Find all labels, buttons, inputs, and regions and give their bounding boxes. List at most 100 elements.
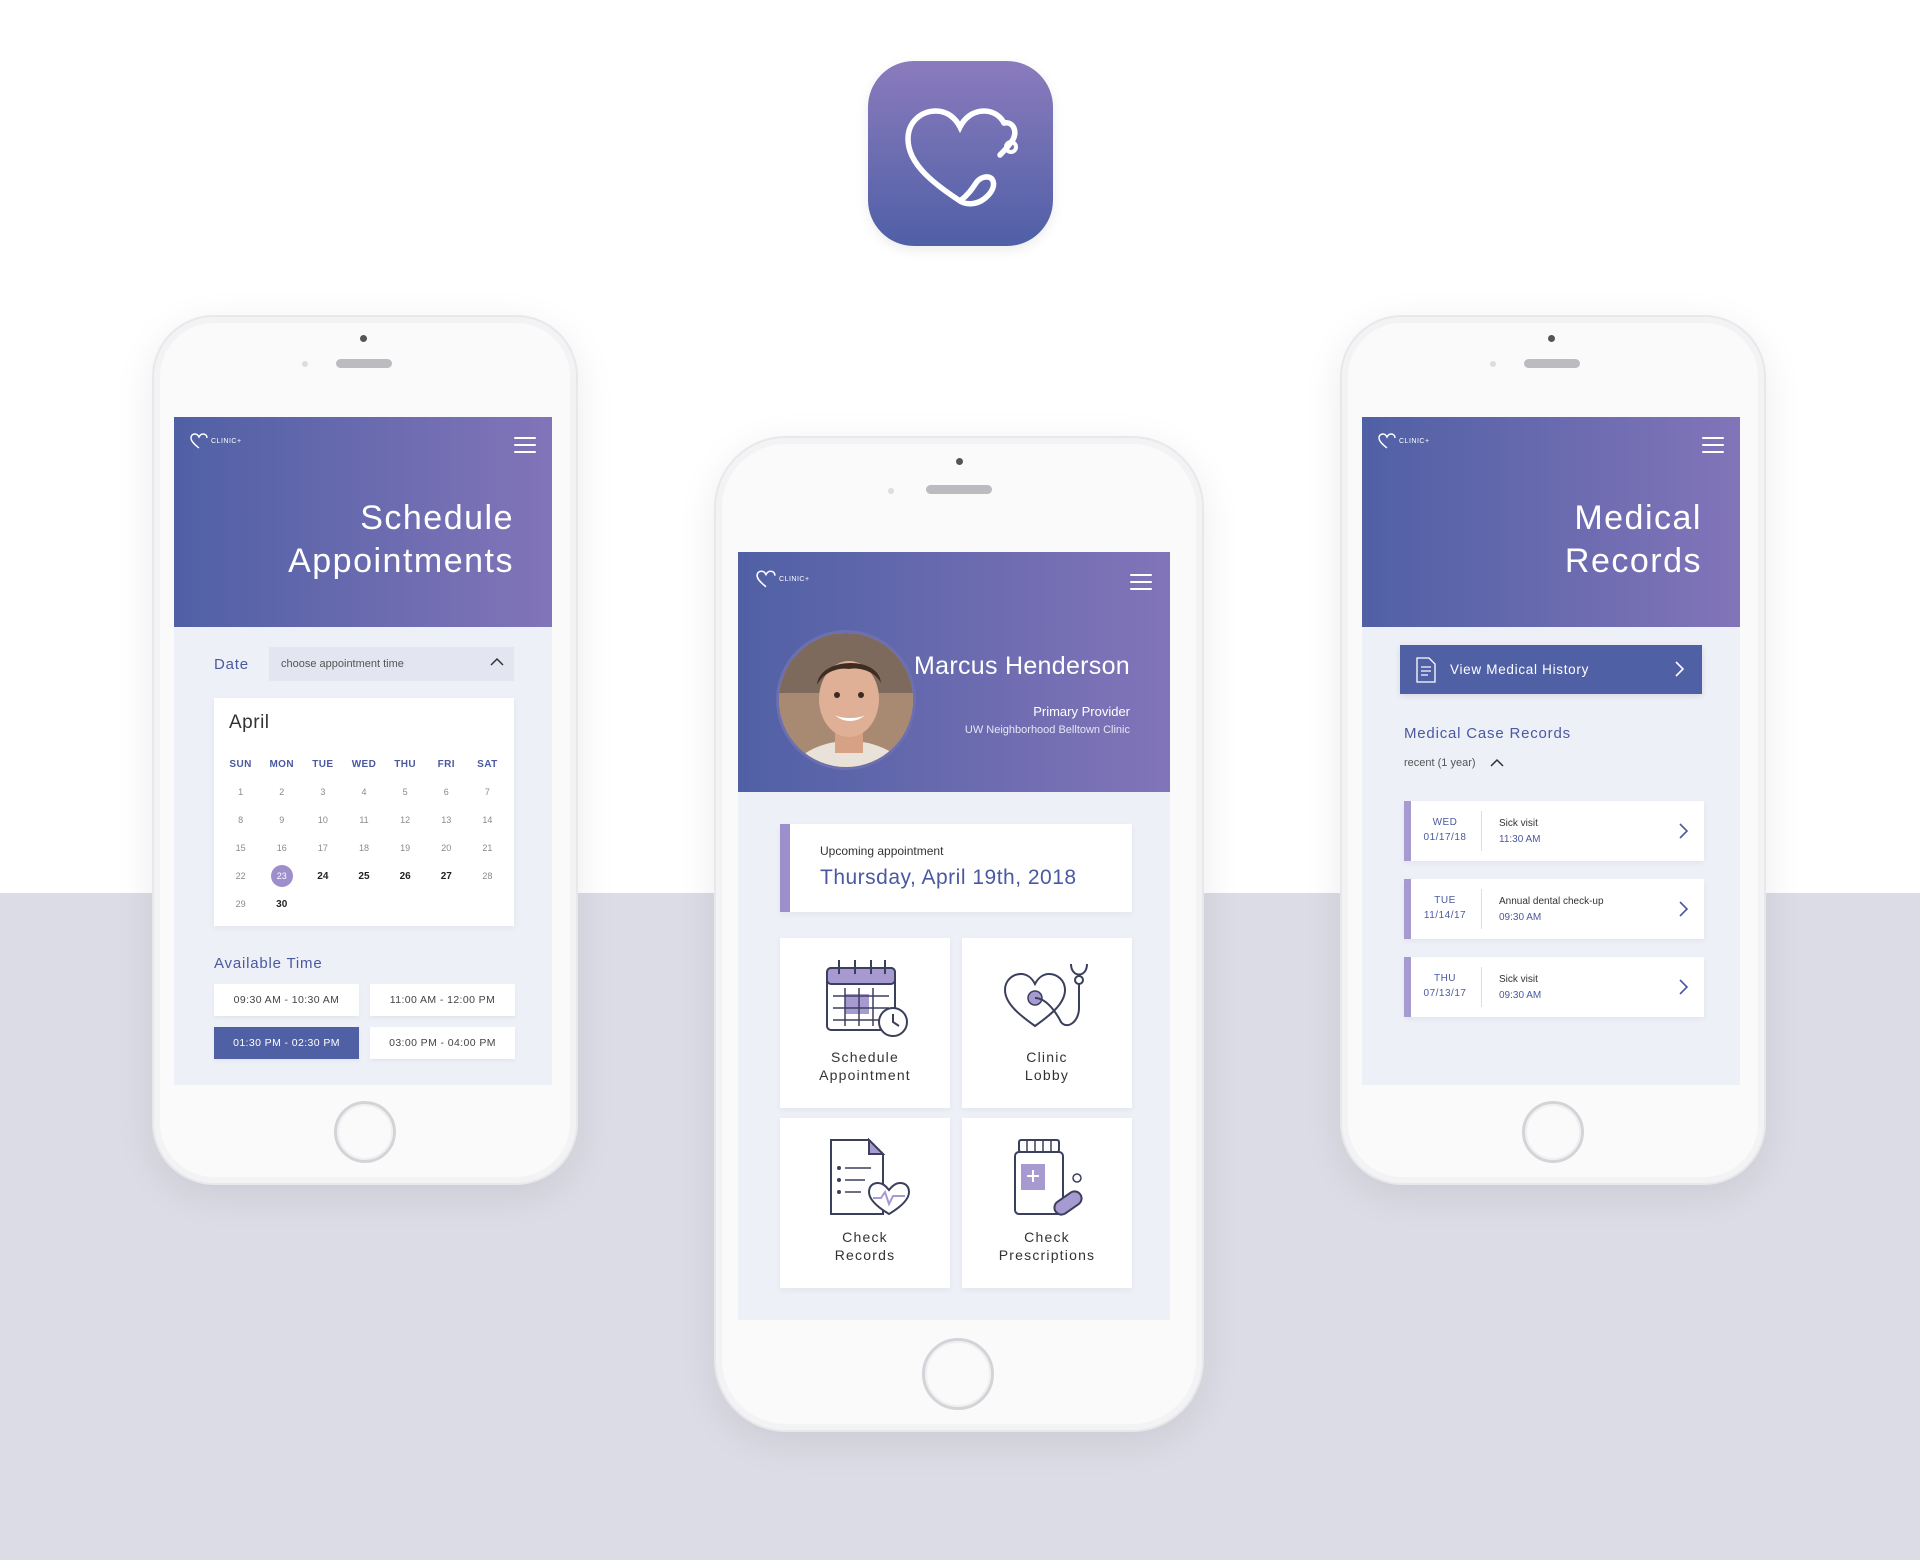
tile-clinic-lobby[interactable]: Clinic Lobby (962, 938, 1132, 1108)
record-description: Sick visit (1499, 818, 1538, 829)
sensor (302, 361, 308, 367)
document-icon (1416, 656, 1436, 683)
home-button[interactable] (922, 1338, 994, 1410)
clinic-logo[interactable]: CLINIC+ (190, 433, 242, 449)
calendar-day: 17 (317, 843, 328, 853)
calendar-day-selected[interactable]: 23 (261, 865, 302, 887)
upcoming-appointment-card[interactable]: Upcoming appointment Thursday, April 19t… (780, 824, 1132, 912)
home-button[interactable] (334, 1101, 396, 1163)
available-time-label: Available Time (214, 955, 323, 972)
records-screen: CLINIC+ Medical Records View Medical His… (1362, 417, 1740, 1085)
front-camera (1548, 335, 1555, 342)
clinic-logo[interactable]: CLINIC+ (756, 570, 810, 588)
tile-label-line1: Schedule (831, 1049, 899, 1065)
week-row: 22 23 24 25 26 27 28 (220, 862, 508, 890)
schedule-screen: CLINIC+ Schedule Appointments Date choos… (174, 417, 552, 1085)
home-screen: CLINIC+ Marcus Henderson Primary Provide… (738, 552, 1170, 1320)
record-item[interactable]: THU 07/13/17 Sick visit 09:30 AM (1404, 957, 1704, 1017)
weekday: SUN (229, 758, 252, 770)
record-item[interactable]: WED 01/17/18 Sick visit 11:30 AM (1404, 801, 1704, 861)
record-description: Sick visit (1499, 974, 1538, 985)
divider (1481, 811, 1482, 851)
record-weekday: WED (1432, 817, 1458, 828)
filter-label: recent (1 year) (1404, 757, 1476, 769)
tile-check-records[interactable]: Check Records (780, 1118, 950, 1288)
record-item[interactable]: TUE 11/14/17 Annual dental check-up 09:3… (1404, 879, 1704, 939)
calendar-day: 5 (402, 787, 408, 797)
weekday: THU (394, 758, 417, 770)
hamburger-menu-icon[interactable] (1130, 574, 1152, 590)
calendar-day-available[interactable]: 26 (385, 871, 426, 882)
calendar-day: 19 (400, 843, 411, 853)
logo-text: CLINIC+ (1399, 437, 1430, 445)
tile-schedule-appointment[interactable]: Schedule Appointment (780, 938, 950, 1108)
calendar-day-available[interactable]: 25 (343, 871, 384, 882)
tile-check-prescriptions[interactable]: Check Prescriptions (962, 1118, 1132, 1288)
title-line-1: Schedule (360, 499, 514, 537)
week-row: 8 9 10 11 12 13 14 (220, 806, 508, 834)
date-placeholder: choose appointment time (281, 658, 404, 670)
calendar-day: 4 (361, 787, 367, 797)
calendar-day: 21 (482, 843, 493, 853)
calendar-day: 14 (482, 815, 493, 825)
record-details: Sick visit 09:30 AM (1499, 972, 1541, 1004)
chevron-right-icon (1679, 901, 1689, 917)
time-slot-selected[interactable]: 01:30 PM - 02:30 PM (214, 1027, 359, 1059)
calendar-day: 20 (441, 843, 452, 853)
calendar-day: 6 (443, 787, 449, 797)
weekday-row: SUN MON TUE WED THU FRI SAT (220, 750, 508, 778)
record-time: 11:30 AM (1499, 834, 1541, 845)
record-date: WED 01/17/18 (1411, 816, 1479, 845)
record-date-value: 01/17/18 (1423, 831, 1467, 843)
record-date-value: 07/13/17 (1423, 987, 1467, 999)
tile-label: Check Records (780, 1228, 950, 1264)
time-slot[interactable]: 09:30 AM - 10:30 AM (214, 984, 359, 1016)
record-details: Annual dental check-up 09:30 AM (1499, 894, 1604, 926)
earpiece-speaker (926, 485, 992, 494)
record-weekday: TUE (1434, 895, 1456, 906)
earpiece-speaker (336, 359, 392, 368)
logo-text: CLINIC+ (779, 575, 810, 583)
record-description: Annual dental check-up (1499, 896, 1604, 907)
weekday: SAT (477, 758, 498, 770)
hamburger-menu-icon[interactable] (1702, 437, 1724, 453)
chevron-up-icon (1490, 758, 1504, 767)
calendar-day-available[interactable]: 30 (261, 899, 302, 910)
front-camera (360, 335, 367, 342)
avatar[interactable] (776, 630, 916, 770)
app-icon (868, 61, 1053, 246)
record-date: TUE 11/14/17 (1411, 894, 1479, 923)
calendar-day: 8 (238, 815, 244, 825)
calendar-day-available[interactable]: 24 (302, 871, 343, 882)
upcoming-date: Thursday, April 19th, 2018 (820, 866, 1077, 889)
date-label: Date (214, 656, 249, 673)
heart-logo-icon (756, 570, 776, 588)
records-header: CLINIC+ Medical Records (1362, 417, 1740, 627)
user-photo (779, 633, 913, 767)
clinic-logo[interactable]: CLINIC+ (1378, 433, 1430, 449)
front-camera (956, 458, 963, 465)
date-select[interactable]: choose appointment time (269, 647, 514, 681)
time-slot[interactable]: 03:00 PM - 04:00 PM (370, 1027, 515, 1059)
tile-label-line2: Appointment (819, 1067, 911, 1084)
chevron-up-icon (490, 657, 504, 666)
title-line-2: Appointments (288, 541, 514, 580)
calendar-day: 18 (358, 843, 369, 853)
page-title: Medical Records (1565, 497, 1702, 582)
home-button[interactable] (1522, 1101, 1584, 1163)
hamburger-menu-icon[interactable] (514, 437, 536, 453)
record-date-value: 11/14/17 (1423, 909, 1467, 921)
calendar-clock-icon (826, 960, 908, 1037)
heart-stethoscope-icon (905, 108, 1018, 207)
calendar-day: 15 (235, 843, 246, 853)
records-filter-dropdown[interactable]: recent (1 year) (1404, 757, 1504, 769)
provider-role: Primary Provider (1033, 704, 1130, 719)
document-heart-icon (830, 1137, 911, 1216)
time-slot[interactable]: 11:00 AM - 12:00 PM (370, 984, 515, 1016)
calendar-day: 3 (320, 787, 326, 797)
schedule-header: CLINIC+ Schedule Appointments (174, 417, 552, 627)
calendar-day: 22 (235, 871, 246, 881)
view-medical-history-button[interactable]: View Medical History (1400, 645, 1702, 694)
pill-bottle-icon (1014, 1139, 1083, 1216)
calendar-day-available[interactable]: 27 (426, 871, 467, 882)
